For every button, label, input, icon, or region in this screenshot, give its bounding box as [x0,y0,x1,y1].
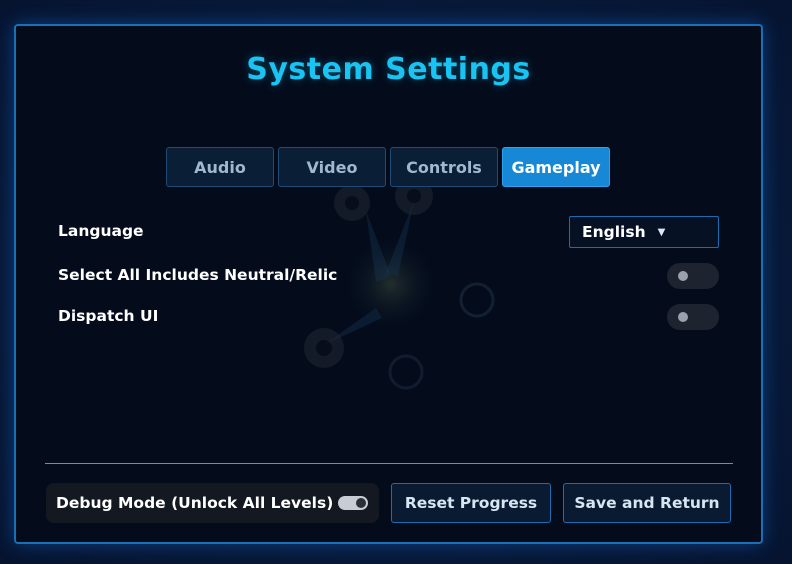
dispatch-ui-label: Dispatch UI [58,307,159,325]
chevron-down-icon: ▼ [657,226,666,238]
language-label: Language [58,222,144,240]
save-and-return-button[interactable]: Save and Return [563,483,731,523]
center-glow [346,239,436,329]
debug-mode-control[interactable]: Debug Mode (Unlock All Levels) [46,483,379,523]
background-artwork [304,177,495,390]
debug-mode-toggle[interactable] [338,496,368,510]
language-select[interactable]: English ▼ [569,216,719,248]
page-title: System Settings [246,52,531,87]
language-value: English [582,223,646,241]
toggle-knob [678,312,688,322]
tab-video[interactable]: Video [278,147,386,187]
toggle-knob [678,271,688,281]
footer-divider [45,463,733,464]
beam-3 [322,308,382,346]
select-all-label: Select All Includes Neutral/Relic [58,266,338,284]
beam-2 [386,201,414,276]
ring-2 [388,354,424,390]
reset-progress-button[interactable]: Reset Progress [391,483,551,523]
dispatch-ui-toggle[interactable] [667,304,719,330]
settings-panel: System Settings Audio Video Controls Gam… [14,24,763,544]
gear-1 [334,185,370,221]
debug-mode-label: Debug Mode (Unlock All Levels) [56,494,334,512]
settings-tabs: Audio Video Controls Gameplay [166,147,610,187]
tab-gameplay[interactable]: Gameplay [502,147,610,187]
tab-audio[interactable]: Audio [166,147,274,187]
toggle-knob [356,498,366,508]
ring-1 [459,282,495,318]
tab-controls[interactable]: Controls [390,147,498,187]
select-all-toggle[interactable] [667,263,719,289]
beam-1 [366,211,391,282]
gear-3 [304,328,344,368]
